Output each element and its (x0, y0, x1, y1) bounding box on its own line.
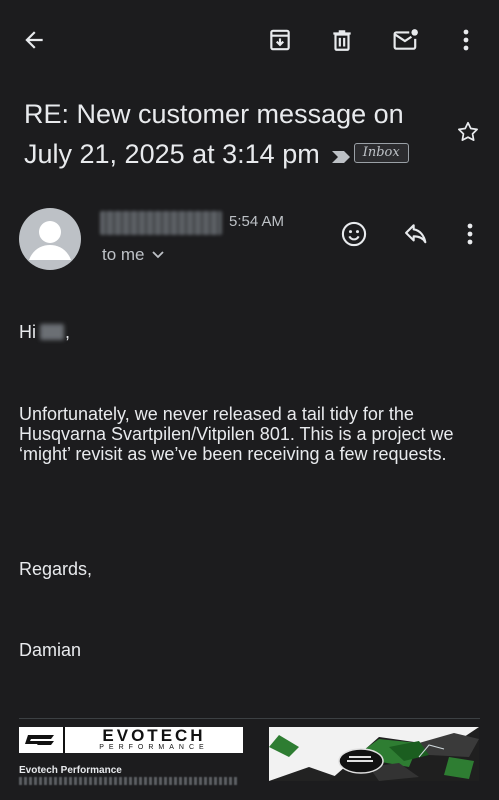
reply-button[interactable] (400, 218, 432, 250)
signature-name: Damian (19, 640, 82, 660)
arrow-back-icon (25, 31, 43, 49)
sender-avatar[interactable] (19, 208, 81, 270)
ep-logo-mark (19, 727, 65, 753)
trash-icon (333, 30, 351, 51)
archive-icon (270, 29, 290, 51)
inbox-label-chip[interactable]: Inbox (353, 142, 409, 163)
star-button[interactable] (454, 118, 482, 146)
sender-name-redacted[interactable] (100, 211, 222, 235)
back-button[interactable] (14, 22, 54, 58)
evotech-logo[interactable]: EVOTECH PERFORMANCE (19, 727, 243, 753)
signature-divider (19, 718, 480, 719)
reply-icon (405, 224, 427, 244)
importance-marker-icon[interactable] (330, 136, 352, 176)
more-vert-icon (463, 29, 469, 51)
chevron-down-icon (151, 251, 164, 259)
top-app-bar (0, 0, 499, 80)
archive-button[interactable] (262, 22, 298, 58)
more-options-button[interactable] (452, 22, 480, 58)
recipient-text: to me (102, 245, 145, 264)
company-address-text (19, 777, 239, 785)
message-more-button[interactable] (458, 218, 482, 250)
star-outline-icon (458, 121, 478, 141)
emoji-icon (341, 221, 367, 247)
mark-unread-icon (393, 29, 418, 50)
message-paragraph: Unfortunately, we never released a tail … (19, 404, 454, 464)
delete-button[interactable] (324, 22, 360, 58)
recipient-details-toggle[interactable]: to me (102, 245, 165, 265)
greeting-start: Hi (19, 322, 36, 342)
more-vert-icon (467, 223, 473, 245)
person-icon (29, 221, 71, 260)
logo-wordmark: EVOTECH (102, 726, 206, 745)
company-name: Evotech Performance (19, 765, 122, 776)
recipient-name-redacted (40, 324, 64, 340)
add-reaction-button[interactable] (338, 218, 370, 250)
mark-unread-button[interactable] (386, 22, 426, 58)
closing-line: Regards, (19, 559, 93, 579)
email-subject: RE: New customer message on July 21, 202… (24, 94, 444, 176)
greeting-line: Hi, (19, 322, 489, 342)
greeting-end: , (65, 322, 71, 342)
signature-banner-image[interactable] (269, 727, 479, 781)
received-time: 5:54 AM (229, 213, 285, 230)
logo-subtitle: PERFORMANCE (99, 744, 209, 751)
